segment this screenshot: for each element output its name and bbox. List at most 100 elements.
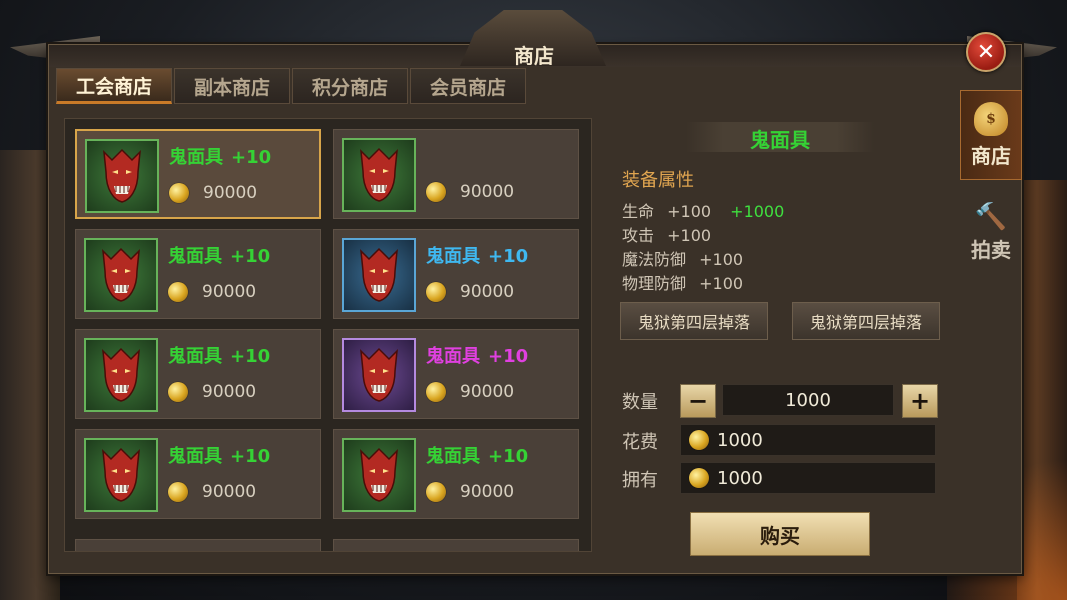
attr-value: +100 [667,226,712,245]
tab-guild-shop[interactable]: 工会商店 [56,68,172,104]
item-name: 鬼面具 +10 [426,342,528,368]
coin-icon [426,482,446,502]
shop-item-partial[interactable] [75,539,321,551]
coin-icon [426,282,446,302]
demon-mask-icon [85,139,159,213]
source-button-1[interactable]: 鬼狱第四层掉落 [620,302,768,340]
quantity-label: 数量 [622,392,658,413]
attr-value: +100 [699,250,744,269]
item-price: 90000 [168,282,256,302]
item-name: 鬼面具 +10 [168,242,270,268]
item-price: 90000 [168,382,256,402]
item-price: 90000 [168,482,256,502]
shop-item[interactable]: 鬼面具 +10 90000 [333,429,579,519]
item-enhance-level: +10 [230,246,271,267]
item-price-value: 90000 [460,382,515,402]
window-title: 商店 [514,44,554,68]
quantity-input[interactable]: 1000 [722,384,894,416]
item-name-text: 鬼面具 [426,246,480,267]
tab-member-shop[interactable]: 会员商店 [410,68,526,104]
demon-mask-icon [342,438,416,512]
owned-value: 1000 [717,467,763,489]
owned-label: 拥有 [622,470,658,491]
item-price: 90000 [426,182,514,202]
close-icon: ✕ [976,39,996,65]
item-name-text: 鬼面具 [168,346,222,367]
attr-row-magic-defense: 魔法防御 +100 [622,246,743,270]
attr-value: +100 [699,274,744,293]
shop-item[interactable]: 鬼面具 +10 90000 [333,329,579,419]
attr-name: 生命 [622,202,655,221]
shop-item[interactable]: 鬼面具 +10 90000 [75,129,321,219]
item-name-text: 鬼面具 [168,446,222,467]
item-enhance-level: +10 [488,346,529,367]
shop-item[interactable]: 鬼面具 +10 90000 [75,429,321,519]
side-tab-label: 拍卖 [971,237,1011,262]
attr-bonus: +1000 [730,202,785,221]
item-detail-panel: 鬼面具 装备属性 生命 +100 +1000 攻击 +100 魔法防御 +100… [600,108,958,568]
item-price-value: 90000 [460,182,515,202]
cost-value: 1000 [717,429,763,451]
item-price: 90000 [426,382,514,402]
tab-dungeon-shop[interactable]: 副本商店 [174,68,290,104]
demon-mask-icon [84,238,158,312]
shop-item-partial[interactable] [333,539,579,551]
money-bag-icon: $ [974,101,1008,136]
demon-mask-icon [342,238,416,312]
item-enhance-level: +10 [230,346,271,367]
item-price-value: 90000 [203,183,258,203]
coin-icon [169,183,189,203]
detail-item-name: 鬼面具 [750,128,810,152]
decrease-quantity-button[interactable]: − [680,384,716,418]
increase-quantity-button[interactable]: + [902,384,938,418]
tab-points-shop[interactable]: 积分商店 [292,68,408,104]
close-button[interactable]: ✕ [966,32,1006,72]
item-price-value: 90000 [460,282,515,302]
coin-icon [168,382,188,402]
item-list[interactable]: 鬼面具 +10 90000 90000 鬼面具 +10 90000 鬼面具 +10 90000 鬼面… [64,118,592,552]
cost-label: 花费 [622,432,658,453]
item-name [426,142,434,163]
shop-item[interactable]: 鬼面具 +10 90000 [333,229,579,319]
item-name-text: 鬼面具 [169,147,223,168]
coin-icon [168,282,188,302]
attr-name: 攻击 [622,226,655,245]
item-price: 90000 [426,282,514,302]
item-enhance-level: +10 [230,446,271,467]
attr-row-hp: 生命 +100 +1000 [622,198,784,222]
attr-row-attack: 攻击 +100 [622,222,711,246]
source-button-2[interactable]: 鬼狱第四层掉落 [792,302,940,340]
gavel-icon: 🔨 [974,201,1008,232]
coin-icon [689,430,709,450]
attr-name: 物理防御 [622,274,687,293]
item-price: 90000 [169,183,257,203]
shop-item[interactable]: 鬼面具 +10 90000 [75,329,321,419]
item-price-value: 90000 [202,282,257,302]
buy-button[interactable]: 购买 [690,512,870,556]
shop-item[interactable]: 90000 [333,129,579,219]
item-price: 90000 [426,482,514,502]
item-name: 鬼面具 +10 [426,242,528,268]
demon-mask-icon [84,438,158,512]
item-name: 鬼面具 +10 [168,342,270,368]
item-name: 鬼面具 +10 [168,442,270,468]
owned-field: 1000 [680,462,936,494]
attr-name: 魔法防御 [622,250,687,269]
coin-icon [426,182,446,202]
demon-mask-icon [342,338,416,412]
coin-icon [689,468,709,488]
item-name-text: 鬼面具 [426,346,480,367]
cost-field: 1000 [680,424,936,456]
attr-value: +100 [667,202,712,221]
side-tab-shop[interactable]: $ 商店 [960,90,1022,180]
attr-row-physical-defense: 物理防御 +100 [622,270,743,294]
item-name: 鬼面具 +10 [426,442,528,468]
item-price-value: 90000 [460,482,515,502]
item-price-value: 90000 [202,382,257,402]
shop-item[interactable]: 鬼面具 +10 90000 [75,229,321,319]
demon-mask-icon [84,338,158,412]
side-tab-auction[interactable]: 🔨 拍卖 [960,192,1022,272]
item-price-value: 90000 [202,482,257,502]
item-name-text: 鬼面具 [168,246,222,267]
item-name: 鬼面具 +10 [169,143,271,169]
